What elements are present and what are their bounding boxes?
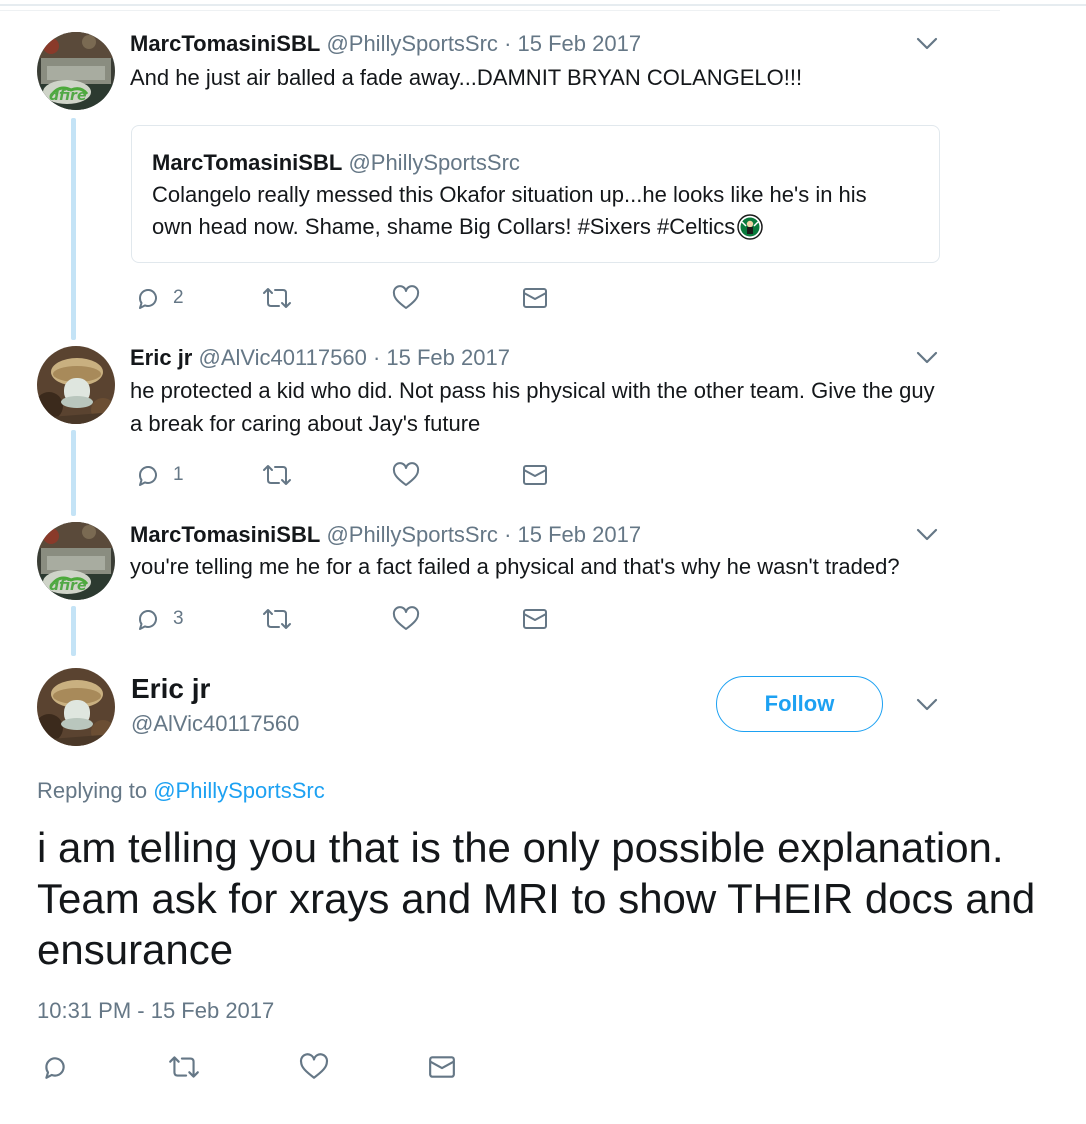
direct-message-button[interactable] [522,606,548,632]
reply-count: 1 [173,464,184,485]
tweet-text: he protected a kid who did. Not pass his… [130,378,935,436]
direct-message-button[interactable] [428,1053,456,1081]
chevron-down-icon[interactable] [916,528,938,542]
replying-to-link[interactable]: @PhillySportsSrc [153,778,325,803]
thread-line [71,118,76,340]
author-handle[interactable]: @AlVic40117560 [131,711,299,737]
retweet-button[interactable] [167,1053,201,1081]
author-name[interactable]: MarcTomasiniSBL [130,31,320,56]
tweet-text: i am telling you that is the only possib… [37,824,1036,973]
thread-line [71,606,76,656]
reply-icon [45,1057,65,1079]
heart-icon [299,1053,329,1079]
heart-icon [392,462,420,486]
reply-icon [139,466,157,486]
chevron-down-icon[interactable] [916,351,938,365]
author-handle[interactable]: @PhillySportsSrc [326,31,498,56]
tweet-date[interactable]: 15 Feb 2017 [518,522,642,547]
direct-message-button[interactable] [522,462,548,488]
retweet-icon [263,609,291,629]
meta-separator: · [372,345,381,370]
retweet-button[interactable] [261,606,293,632]
quoted-author-name: MarcTomasiniSBL [152,150,343,175]
top-divider-inner [0,10,1000,11]
retweet-icon [263,465,291,485]
svg-text:dfire: dfire [49,578,86,594]
retweet-button[interactable] [261,285,293,311]
meta-separator: · [504,31,512,56]
quoted-tweet[interactable]: MarcTomasiniSBL @PhillySportsSrc Colange… [131,125,940,263]
svg-text:dfire: dfire [49,88,86,104]
avatar[interactable]: dfire [37,522,115,600]
envelope-icon [523,465,547,485]
avatar[interactable] [37,668,115,746]
tweet-date[interactable]: 15 Feb 2017 [386,345,510,370]
author-name[interactable]: Eric jr [130,345,192,370]
tweet-date[interactable]: 15 Feb 2017 [518,31,642,56]
like-button[interactable] [392,462,420,488]
author-name[interactable]: MarcTomasiniSBL [130,522,320,547]
reply-icon [139,610,157,630]
like-button[interactable] [299,1053,329,1081]
like-button[interactable] [392,285,420,311]
envelope-icon [429,1056,455,1078]
reply-button[interactable]: 3 [135,606,184,632]
quoted-author-handle: @PhillySportsSrc [348,150,520,175]
celtics-logo-icon [737,214,764,240]
follow-button[interactable]: Follow [716,676,883,732]
envelope-icon [523,609,547,629]
reply-icon [139,289,157,309]
tweet-timestamp[interactable]: 10:31 PM - 15 Feb 2017 [37,998,274,1024]
avatar[interactable] [37,346,115,424]
retweet-button[interactable] [261,462,293,488]
chevron-down-icon[interactable] [916,37,938,51]
reply-button[interactable]: 2 [135,285,184,311]
heart-icon [392,285,420,309]
thread-line [71,430,76,516]
author-handle[interactable]: @AlVic40117560 [199,345,367,370]
replying-prefix: Replying to [37,778,148,803]
reply-button[interactable] [41,1053,69,1081]
author-name[interactable]: Eric jr [131,673,210,705]
meta-separator: · [504,522,512,547]
reply-button[interactable]: 1 [135,462,184,488]
reply-count: 3 [173,608,184,629]
avatar[interactable]: dfire [37,32,115,110]
top-divider [0,4,1086,6]
heart-icon [392,606,420,630]
reply-count: 2 [173,287,184,308]
tweet-text: you're telling me he for a fact failed a… [130,554,900,579]
replying-to: Replying to @PhillySportsSrc [37,778,325,804]
tweet-text: And he just air balled a fade away...DAM… [130,65,803,90]
direct-message-button[interactable] [522,285,548,311]
envelope-icon [523,288,547,308]
chevron-down-icon[interactable] [916,698,938,712]
like-button[interactable] [392,606,420,632]
retweet-icon [263,288,291,308]
author-handle[interactable]: @PhillySportsSrc [326,522,498,547]
retweet-icon [169,1056,199,1078]
